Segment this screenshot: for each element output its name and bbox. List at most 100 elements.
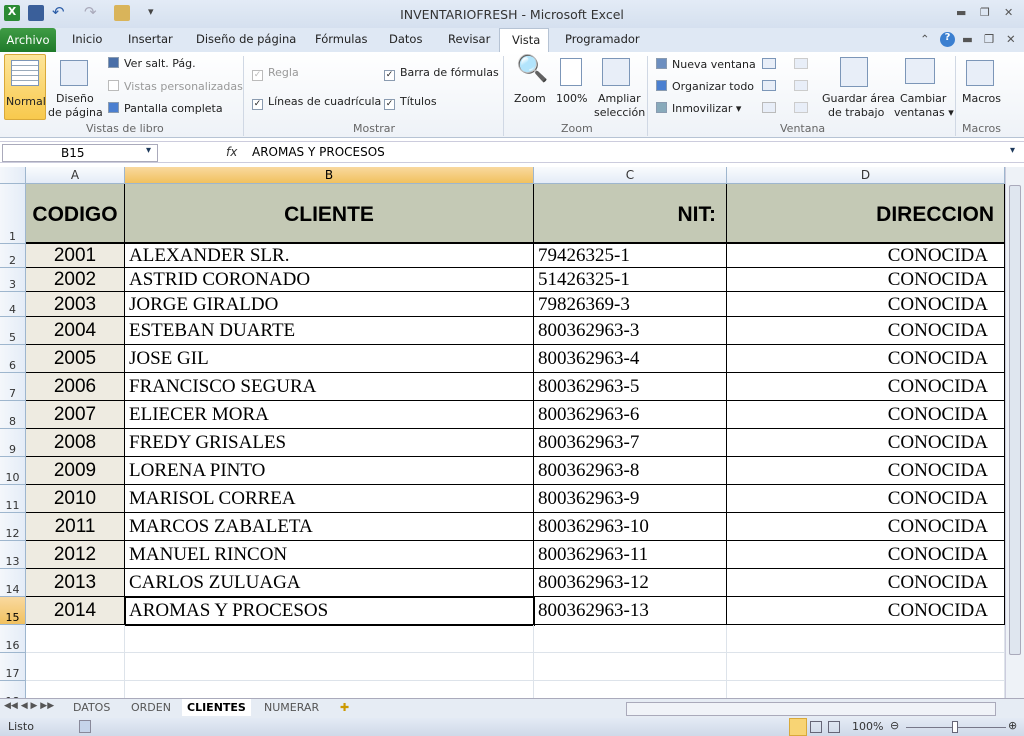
tab-revisar[interactable]: Revisar <box>448 32 490 46</box>
row-header-14[interactable]: 14 <box>0 569 26 597</box>
empty-cell[interactable] <box>125 681 534 698</box>
sheet-tab-datos[interactable]: DATOS <box>73 701 110 714</box>
row-header-3[interactable]: 3 <box>0 268 26 292</box>
name-box[interactable]: B15 <box>2 144 158 162</box>
vertical-scrollbar[interactable] <box>1005 167 1024 698</box>
empty-cell[interactable] <box>26 625 125 653</box>
row-header-12[interactable]: 12 <box>0 513 26 541</box>
cell-nit[interactable]: 79826369-3 <box>534 292 727 317</box>
restore-button[interactable]: ❐ <box>980 6 990 19</box>
empty-cell[interactable] <box>534 653 727 681</box>
tab-programador[interactable]: Programador <box>565 32 640 46</box>
insert-sheet-icon[interactable]: ✚ <box>340 701 349 714</box>
cell-nit[interactable]: 800362963-9 <box>534 485 727 513</box>
select-all-button[interactable] <box>0 167 26 184</box>
cell-codigo[interactable]: 2003 <box>26 292 125 317</box>
row-header-6[interactable]: 6 <box>0 345 26 373</box>
row-header-4[interactable]: 4 <box>0 292 26 317</box>
switch-windows-label[interactable]: Cambiar <box>900 92 946 105</box>
zoom-level[interactable]: 100% <box>852 720 883 733</box>
gridlines-checkbox[interactable]: ✓ Líneas de cuadrícula <box>252 95 381 110</box>
cell-codigo[interactable]: 2012 <box>26 541 125 569</box>
page-layout-status-icon[interactable] <box>810 721 822 733</box>
full-screen-button[interactable]: Pantalla completa <box>108 102 223 115</box>
zoom-out-button[interactable]: ⊖ <box>890 719 899 732</box>
cell-nit[interactable]: 800362963-13 <box>534 597 727 625</box>
cell-cliente[interactable]: ESTEBAN DUARTE <box>125 317 534 345</box>
page-layout-label[interactable]: Diseño <box>56 92 94 105</box>
zoom-100-button[interactable]: 100% <box>556 92 587 105</box>
cell-nit[interactable]: 51426325-1 <box>534 268 727 292</box>
cell-nit[interactable]: 800362963-11 <box>534 541 727 569</box>
empty-cell[interactable] <box>727 681 1005 698</box>
cell-codigo[interactable]: 2007 <box>26 401 125 429</box>
sheet-tab-numerar[interactable]: NUMERAR <box>264 701 319 714</box>
cell-codigo[interactable]: 2014 <box>26 597 125 625</box>
cell-nit[interactable]: 800362963-8 <box>534 457 727 485</box>
row-header-5[interactable]: 5 <box>0 317 26 345</box>
row-header-13[interactable]: 13 <box>0 541 26 569</box>
macros-icon[interactable] <box>966 60 994 86</box>
headings-checkbox[interactable]: ✓ Títulos <box>384 95 437 110</box>
row-header-7[interactable]: 7 <box>0 373 26 401</box>
cell-nit[interactable]: 800362963-3 <box>534 317 727 345</box>
cell-direccion[interactable]: CONOCIDA <box>727 541 1005 569</box>
tab-datos[interactable]: Datos <box>389 32 422 46</box>
cell-nit[interactable]: 800362963-5 <box>534 373 727 401</box>
save-workspace-label[interactable]: Guardar área <box>822 92 895 105</box>
cell-cliente[interactable]: CARLOS ZULUAGA <box>125 569 534 597</box>
minimize-button[interactable]: ▬ <box>956 6 966 19</box>
formula-bar-checkbox[interactable]: ✓ Barra de fórmulas <box>384 66 499 81</box>
macro-record-icon[interactable] <box>79 720 91 733</box>
row-header-15[interactable]: 15 <box>0 597 26 625</box>
empty-cell[interactable] <box>125 653 534 681</box>
cell-codigo[interactable]: 2002 <box>26 268 125 292</box>
freeze-panes-button[interactable]: Inmovilizar ▾ <box>656 102 741 115</box>
sheet-nav-icon[interactable]: ◀◀ ◀ ▶ ▶▶ <box>4 701 54 711</box>
zoom-selection-icon[interactable] <box>602 58 630 86</box>
empty-cell[interactable] <box>727 625 1005 653</box>
cell-cliente[interactable]: ELIECER MORA <box>125 401 534 429</box>
row-header-16[interactable]: 16 <box>0 625 26 653</box>
cell-codigo[interactable]: 2001 <box>26 244 125 268</box>
cell-direccion[interactable]: CONOCIDA <box>727 597 1005 625</box>
tab-insertar[interactable]: Insertar <box>128 32 173 46</box>
row-header-1[interactable]: 1 <box>0 184 26 244</box>
column-header-c[interactable]: C <box>534 167 727 184</box>
cell-codigo[interactable]: 2008 <box>26 429 125 457</box>
cell-nit[interactable]: 800362963-7 <box>534 429 727 457</box>
tab-formulas[interactable]: Fórmulas <box>315 32 368 46</box>
zoom-in-button[interactable]: ⊕ <box>1008 719 1017 732</box>
tab-diseno-pagina[interactable]: Diseño de página <box>196 32 296 46</box>
empty-cell[interactable] <box>26 681 125 698</box>
cell-cliente[interactable]: LORENA PINTO <box>125 457 534 485</box>
close-button[interactable]: ✕ <box>1004 6 1013 19</box>
cell-codigo[interactable]: 2004 <box>26 317 125 345</box>
sheet-tab-clientes[interactable]: CLIENTES <box>182 699 251 716</box>
row-header-2[interactable]: 2 <box>0 244 26 268</box>
wb-restore-button[interactable]: ❐ <box>984 32 994 46</box>
expand-formula-bar-icon[interactable]: ▾ <box>1010 145 1015 156</box>
cell-cliente[interactable]: FREDY GRISALES <box>125 429 534 457</box>
tab-archivo[interactable]: Archivo <box>0 28 56 52</box>
cell-cliente[interactable]: MARISOL CORREA <box>125 485 534 513</box>
switch-windows-icon[interactable] <box>905 58 935 84</box>
hide-icon[interactable] <box>762 80 776 91</box>
zoom-icon[interactable]: 🔍 <box>516 54 548 84</box>
tab-vista[interactable]: Vista <box>499 28 549 53</box>
spreadsheet-grid[interactable]: A B C D 1 CODIGO CLIENTE NIT: DIRECCION 2 2001 ALEX… <box>0 167 1005 698</box>
cell-direccion[interactable]: CONOCIDA <box>727 513 1005 541</box>
cell-direccion[interactable]: CONOCIDA <box>727 317 1005 345</box>
cell-cliente[interactable]: MARCOS ZABALETA <box>125 513 534 541</box>
page-layout-icon[interactable] <box>60 60 88 86</box>
macros-button[interactable]: Macros <box>962 92 1001 105</box>
cell-direccion[interactable]: CONOCIDA <box>727 268 1005 292</box>
cell-cliente[interactable]: ASTRID CORONADO <box>125 268 534 292</box>
row-header-18[interactable]: 18 <box>0 681 26 698</box>
cell-cliente[interactable]: FRANCISCO SEGURA <box>125 373 534 401</box>
cell-codigo[interactable]: 2013 <box>26 569 125 597</box>
insert-function-button[interactable]: fx <box>226 145 237 159</box>
cell-direccion[interactable]: CONOCIDA <box>727 292 1005 317</box>
cell-direccion[interactable]: CONOCIDA <box>727 401 1005 429</box>
cell-direccion[interactable]: CONOCIDA <box>727 457 1005 485</box>
